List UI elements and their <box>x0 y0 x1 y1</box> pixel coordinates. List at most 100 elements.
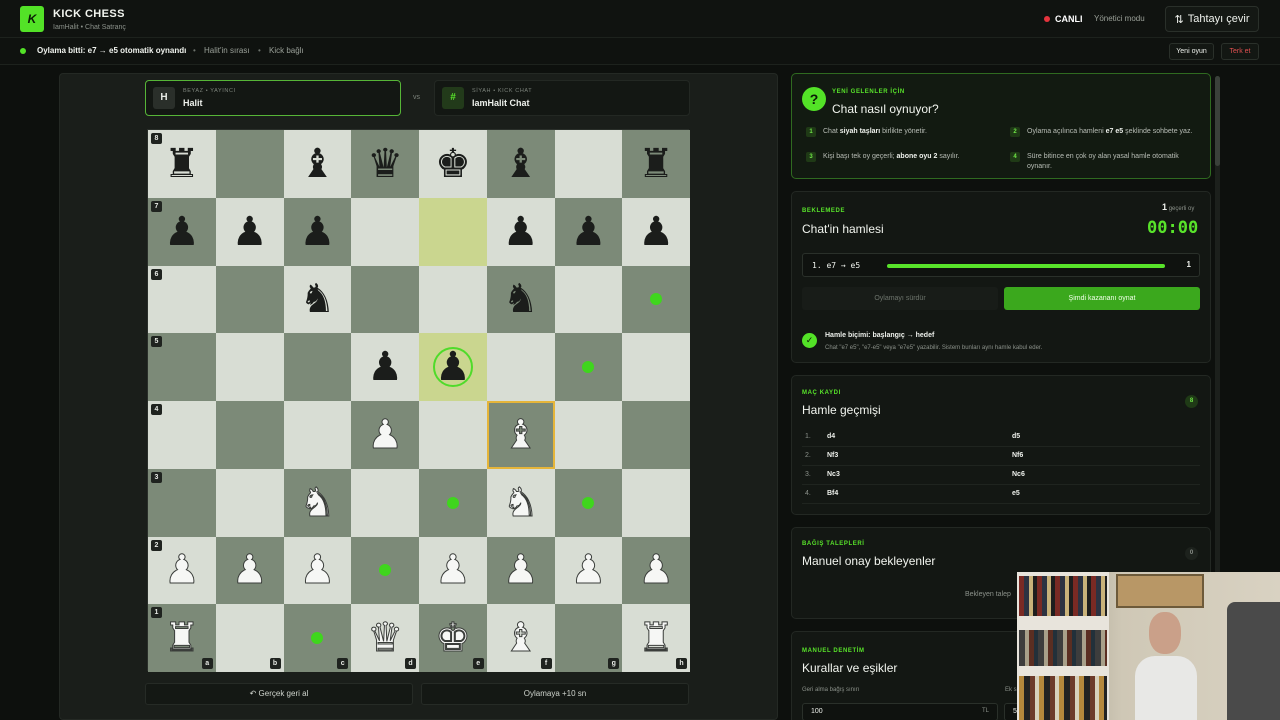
square-e1[interactable]: e ♚ <box>419 604 487 672</box>
square-c7[interactable]: ♟ <box>283 197 352 266</box>
square-h8[interactable]: ♜ <box>622 130 690 198</box>
white-pawn-icon[interactable]: ♟ <box>231 550 268 591</box>
square-g5[interactable] <box>554 333 623 401</box>
square-h3[interactable] <box>622 468 690 537</box>
square-e6[interactable] <box>419 265 487 334</box>
square-g2[interactable]: ♟ <box>554 536 623 605</box>
black-rook-icon[interactable]: ♜ <box>164 144 200 184</box>
square-e8[interactable]: ♚ <box>419 130 487 198</box>
square-h2[interactable]: ♟ <box>622 536 690 605</box>
square-a7[interactable]: 7 ♟ <box>148 197 216 266</box>
square-c3[interactable]: ♞ <box>283 468 352 537</box>
square-c4[interactable] <box>283 401 352 469</box>
square-a5[interactable]: 5 <box>148 333 216 401</box>
square-f5[interactable] <box>486 333 555 401</box>
square-g3[interactable] <box>554 468 623 537</box>
square-a6[interactable]: 6 <box>148 265 216 334</box>
black-king-icon[interactable]: ♚ <box>435 144 471 184</box>
square-h4[interactable] <box>622 401 690 469</box>
resume-vote-button[interactable]: Oylamayı sürdür <box>802 287 998 310</box>
square-c6[interactable]: ♞ <box>283 265 352 334</box>
square-b2[interactable]: ♟ <box>215 536 284 605</box>
square-f8[interactable]: ♝ <box>486 130 555 198</box>
square-b1[interactable]: b <box>215 604 284 672</box>
white-bishop-icon[interactable]: ♝ <box>502 414 539 455</box>
legal-move-dot[interactable] <box>582 496 595 509</box>
legal-move-dot[interactable] <box>650 293 663 306</box>
square-a2[interactable]: 2 ♟ <box>148 536 216 605</box>
resign-button[interactable]: Terk et <box>1221 43 1259 60</box>
square-a8[interactable]: 8 ♜ <box>148 130 216 198</box>
square-h1[interactable]: h ♜ <box>622 604 690 672</box>
square-b3[interactable] <box>215 468 284 537</box>
black-queen-icon[interactable]: ♛ <box>367 144 403 184</box>
square-d7[interactable] <box>351 197 419 266</box>
square-d6[interactable] <box>351 265 419 334</box>
legal-move-dot[interactable] <box>311 632 324 645</box>
square-d8[interactable]: ♛ <box>351 130 419 198</box>
square-h7[interactable]: ♟ <box>622 197 690 266</box>
black-pawn-icon[interactable]: ♟ <box>503 212 539 252</box>
black-pawn-icon[interactable]: ♟ <box>638 212 674 252</box>
square-b7[interactable]: ♟ <box>215 197 284 266</box>
square-e3[interactable] <box>419 468 487 537</box>
square-a3[interactable]: 3 <box>148 468 216 537</box>
square-g6[interactable] <box>554 265 623 334</box>
square-d5[interactable]: ♟ <box>351 333 419 401</box>
square-c8[interactable]: ♝ <box>283 130 352 198</box>
undo-button[interactable]: ↶ Gerçek geri al <box>145 683 413 705</box>
square-d1[interactable]: d ♛ <box>351 604 419 672</box>
black-knight-icon[interactable]: ♞ <box>503 279 539 319</box>
white-queen-icon[interactable]: ♛ <box>367 618 404 659</box>
square-f1[interactable]: f ♝ <box>486 604 555 672</box>
square-d2[interactable] <box>351 536 419 605</box>
white-pawn-icon[interactable]: ♟ <box>570 550 607 591</box>
square-a1[interactable]: 1 a ♜ <box>148 604 216 672</box>
legal-move-dot[interactable] <box>446 496 459 509</box>
black-knight-icon[interactable]: ♞ <box>299 279 335 319</box>
white-rook-icon[interactable]: ♜ <box>163 618 200 659</box>
legal-move-dot[interactable] <box>379 564 392 577</box>
black-pawn-icon[interactable]: ♟ <box>164 212 200 252</box>
square-b4[interactable] <box>215 401 284 469</box>
flip-board-button[interactable]: ⇅ Tahtayı çevir <box>1165 6 1259 32</box>
white-bishop-icon[interactable]: ♝ <box>502 618 539 659</box>
extend-vote-button[interactable]: Oylamaya +10 sn <box>421 683 689 705</box>
white-pawn-icon[interactable]: ♟ <box>502 550 539 591</box>
legal-move-dot[interactable] <box>582 361 595 374</box>
square-e2[interactable]: ♟ <box>419 536 487 605</box>
square-h6[interactable] <box>622 265 690 334</box>
black-rook-icon[interactable]: ♜ <box>638 144 674 184</box>
white-knight-icon[interactable]: ♞ <box>299 482 336 523</box>
white-pawn-icon[interactable]: ♟ <box>638 550 675 591</box>
square-a4[interactable]: 4 <box>148 401 216 469</box>
black-pawn-icon[interactable]: ♟ <box>367 347 403 387</box>
square-f3[interactable]: ♞ <box>486 468 555 537</box>
play-winner-button[interactable]: Şimdi kazananı oynat <box>1004 287 1200 310</box>
square-e4[interactable] <box>419 401 487 469</box>
square-f2[interactable]: ♟ <box>486 536 555 605</box>
black-pawn-icon[interactable]: ♟ <box>232 212 268 252</box>
square-b6[interactable] <box>215 265 284 334</box>
white-knight-icon[interactable]: ♞ <box>502 482 539 523</box>
black-bishop-icon[interactable]: ♝ <box>503 144 539 184</box>
square-e7[interactable] <box>419 197 487 266</box>
square-g4[interactable] <box>554 401 623 469</box>
square-b5[interactable] <box>215 333 284 401</box>
white-pawn-icon[interactable]: ♟ <box>434 550 471 591</box>
white-rook-icon[interactable]: ♜ <box>638 618 675 659</box>
new-game-button[interactable]: Yeni oyun <box>1169 43 1214 60</box>
square-g1[interactable]: g <box>554 604 623 672</box>
square-d4[interactable]: ♟ <box>351 401 419 469</box>
square-c2[interactable]: ♟ <box>283 536 352 605</box>
chess-board[interactable]: 8 ♜ ♝ ♛ ♚ ♝ ♜ 7 ♟ ♟ ♟ ♟ ♟ ♟ 6 ♞ ♞ 5 ♟ ♟ 4 ♟ ♝ 3 ♞ ♞ 2 ♟ ♟ ♟ ♟ ♟ ♟ ♟ 1 a ♜ b c d… <box>147 129 690 672</box>
black-pawn-icon[interactable]: ♟ <box>299 212 335 252</box>
black-pawn-icon[interactable]: ♟ <box>570 212 606 252</box>
square-g8[interactable] <box>554 130 623 198</box>
square-f4[interactable]: ♝ <box>486 401 555 469</box>
square-c5[interactable] <box>283 333 352 401</box>
square-f7[interactable]: ♟ <box>486 197 555 266</box>
undo-limit-field[interactable]: 100 <box>802 703 998 720</box>
white-pawn-icon[interactable]: ♟ <box>299 550 336 591</box>
white-pawn-icon[interactable]: ♟ <box>367 414 404 455</box>
